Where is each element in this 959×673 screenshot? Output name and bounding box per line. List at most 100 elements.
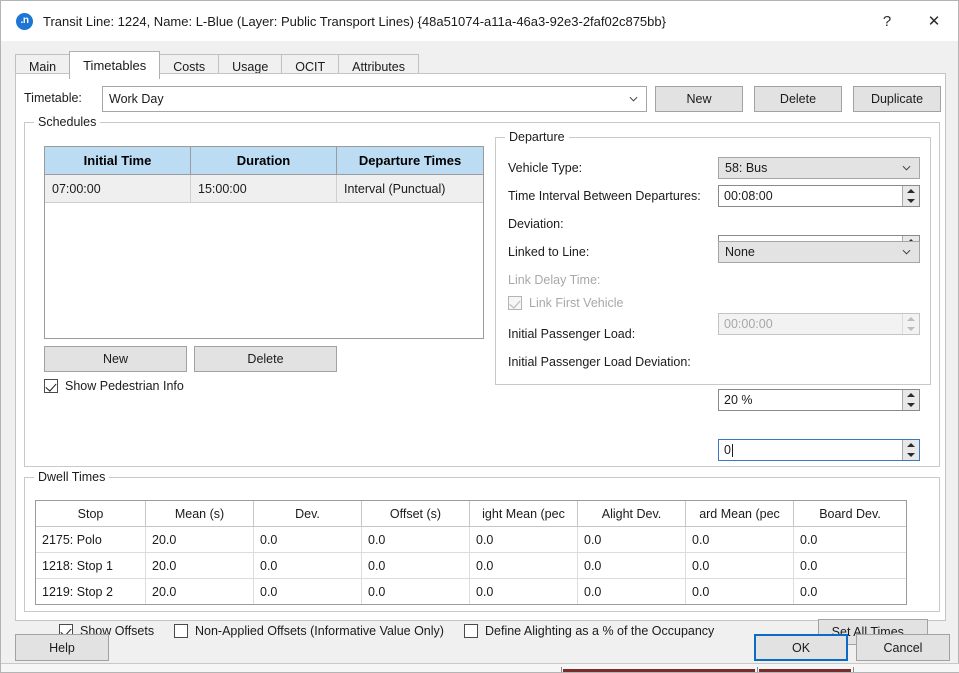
linked-to-line-select[interactable]: None: [718, 241, 920, 263]
cell-board-mean: 0.0: [686, 553, 794, 578]
cell-departure-times: Interval (Punctual): [337, 175, 483, 202]
spinner-arrows[interactable]: [902, 186, 919, 206]
cell-alight-mean: 0.0: [470, 579, 578, 604]
vehicle-type-label: Vehicle Type:: [508, 161, 582, 175]
cell-alight-mean: 0.0: [470, 527, 578, 552]
cell-alight-dev: 0.0: [578, 579, 686, 604]
schedule-delete-button[interactable]: Delete: [194, 346, 337, 372]
chevron-down-icon: [629, 95, 638, 104]
schedules-col-departure-times: Departure Times: [337, 147, 483, 174]
time-interval-value: 00:08:00: [724, 189, 773, 203]
initial-passenger-load-label: Initial Passenger Load:: [508, 327, 635, 341]
dwell-col-board-mean: ard Mean (pec: [686, 501, 794, 526]
tab-timetables[interactable]: Timetables: [69, 51, 160, 79]
schedules-col-duration: Duration: [191, 147, 337, 174]
schedules-table[interactable]: Initial Time Duration Departure Times 07…: [44, 146, 484, 339]
checkmark-icon: [44, 379, 58, 393]
cancel-button[interactable]: Cancel: [856, 634, 950, 661]
cell-mean: 20.0: [146, 579, 254, 604]
initial-passenger-load-deviation-value: 0: [724, 443, 731, 457]
cell-stop: 1218: Stop 1: [36, 553, 146, 578]
spinner-down-icon[interactable]: [903, 450, 919, 460]
dwell-times-legend: Dwell Times: [34, 470, 109, 484]
dwell-col-mean: Mean (s): [146, 501, 254, 526]
link-delay-time-value: 00:00:00: [724, 317, 773, 331]
cell-stop: 2175: Polo: [36, 527, 146, 552]
dwell-times-group: Dwell Times Stop Mean (s) Dev. Offset (s…: [24, 477, 940, 612]
ok-button[interactable]: OK: [754, 634, 848, 661]
cell-alight-dev: 0.0: [578, 553, 686, 578]
table-row[interactable]: 1218: Stop 1 20.0 0.0 0.0 0.0 0.0 0.0 0.…: [36, 553, 906, 579]
departure-legend: Departure: [505, 130, 569, 144]
link-delay-time-input: 00:00:00: [718, 313, 920, 335]
spinner-up-icon[interactable]: [903, 440, 919, 450]
help-icon[interactable]: ?: [864, 1, 910, 41]
tab-strip: Main Timetables Costs Usage OCIT Attribu…: [1, 41, 958, 76]
linked-to-line-label: Linked to Line:: [508, 245, 589, 259]
timetables-panel: Timetable: Work Day New Delete Duplicate…: [15, 73, 946, 621]
dwell-col-offset: Offset (s): [362, 501, 470, 526]
table-row[interactable]: 1219: Stop 2 20.0 0.0 0.0 0.0 0.0 0.0 0.…: [36, 579, 906, 605]
dwell-col-alight-dev: Alight Dev.: [578, 501, 686, 526]
spinner-up-icon[interactable]: [903, 186, 919, 196]
window-title: Transit Line: 1224, Name: L-Blue (Layer:…: [43, 14, 666, 29]
spinner-arrows[interactable]: [902, 440, 919, 460]
dwell-col-stop: Stop: [36, 501, 146, 526]
checkmark-icon: [508, 296, 522, 310]
schedules-col-initial-time: Initial Time: [45, 147, 191, 174]
cell-board-dev: 0.0: [794, 553, 906, 578]
window-controls: ? ✕: [864, 1, 958, 41]
cell-offset: 0.0: [362, 527, 470, 552]
initial-passenger-load-value: 20 %: [724, 393, 753, 407]
timetable-select-value: Work Day: [109, 92, 164, 106]
spinner-up-icon[interactable]: [903, 390, 919, 400]
deviation-label: Deviation:: [508, 217, 564, 231]
show-pedestrian-info-checkbox[interactable]: Show Pedestrian Info: [44, 379, 184, 393]
link-delay-time-label: Link Delay Time:: [508, 273, 600, 287]
time-interval-input[interactable]: 00:08:00: [718, 185, 920, 207]
initial-passenger-load-input[interactable]: 20 %: [718, 389, 920, 411]
timetable-select[interactable]: Work Day: [102, 86, 647, 112]
dwell-col-alight-mean: ight Mean (pec: [470, 501, 578, 526]
link-first-vehicle-checkbox: Link First Vehicle: [508, 296, 623, 310]
initial-passenger-load-deviation-input[interactable]: 0: [718, 439, 920, 461]
timetable-duplicate-button[interactable]: Duplicate: [853, 86, 941, 112]
timetable-row: Timetable: Work Day New Delete Duplicate: [24, 86, 940, 112]
cell-offset: 0.0: [362, 579, 470, 604]
dwell-col-board-dev: Board Dev.: [794, 501, 906, 526]
cell-board-mean: 0.0: [686, 527, 794, 552]
schedules-table-header: Initial Time Duration Departure Times: [45, 147, 483, 175]
cell-dev: 0.0: [254, 527, 362, 552]
dialog-footer: Help OK Cancel: [1, 622, 958, 664]
spinner-down-icon[interactable]: [903, 196, 919, 206]
spinner-arrows[interactable]: [902, 390, 919, 410]
cell-stop: 1219: Stop 2: [36, 579, 146, 604]
background-window-sliver: [1, 663, 959, 672]
timetable-new-button[interactable]: New: [655, 86, 743, 112]
dwell-col-dev: Dev.: [254, 501, 362, 526]
cell-offset: 0.0: [362, 553, 470, 578]
link-first-vehicle-label: Link First Vehicle: [529, 296, 623, 310]
dwell-times-table[interactable]: Stop Mean (s) Dev. Offset (s) ight Mean …: [35, 500, 907, 605]
table-row[interactable]: 07:00:00 15:00:00 Interval (Punctual): [45, 175, 483, 203]
dialog-window: .n Transit Line: 1224, Name: L-Blue (Lay…: [0, 0, 959, 673]
cell-dev: 0.0: [254, 579, 362, 604]
vehicle-type-select[interactable]: 58: Bus: [718, 157, 920, 179]
dwell-times-table-header: Stop Mean (s) Dev. Offset (s) ight Mean …: [36, 501, 906, 527]
schedule-new-button[interactable]: New: [44, 346, 187, 372]
help-button[interactable]: Help: [15, 634, 109, 661]
cell-alight-mean: 0.0: [470, 553, 578, 578]
table-row[interactable]: 2175: Polo 20.0 0.0 0.0 0.0 0.0 0.0 0.0: [36, 527, 906, 553]
timetable-label: Timetable:: [24, 91, 82, 105]
cell-mean: 20.0: [146, 553, 254, 578]
cell-mean: 20.0: [146, 527, 254, 552]
initial-passenger-load-deviation-label: Initial Passenger Load Deviation:: [508, 355, 691, 369]
spinner-down-icon: [903, 324, 919, 334]
cell-board-dev: 0.0: [794, 527, 906, 552]
spinner-down-icon[interactable]: [903, 400, 919, 410]
cell-alight-dev: 0.0: [578, 527, 686, 552]
show-pedestrian-info-label: Show Pedestrian Info: [65, 379, 184, 393]
time-interval-label: Time Interval Between Departures:: [508, 189, 701, 203]
timetable-delete-button[interactable]: Delete: [754, 86, 842, 112]
close-icon[interactable]: ✕: [910, 1, 958, 41]
